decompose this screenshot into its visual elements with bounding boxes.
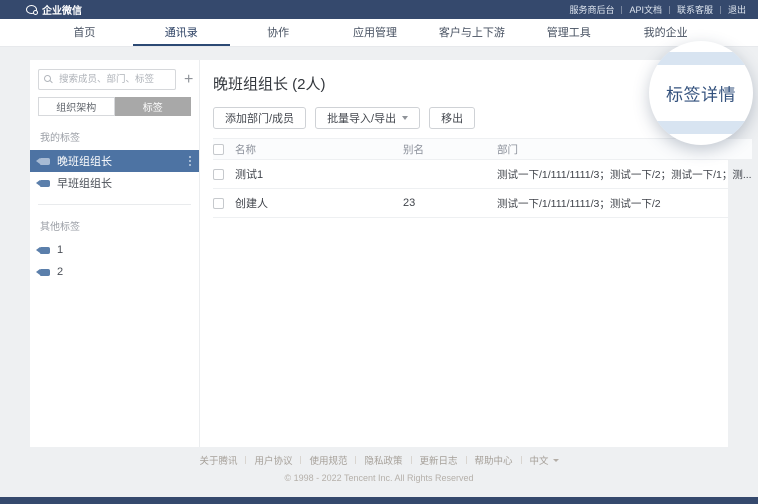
tab-app-management[interactable]: 应用管理 (327, 19, 424, 46)
footer: 关于腾讯 用户协议 使用规范 隐私政策 更新日志 帮助中心 中文 © 1998 … (0, 453, 758, 483)
sidebar-item-night-shift-leader[interactable]: 晚班组组长 (30, 150, 199, 172)
footer-link-help-center[interactable]: 帮助中心 (475, 453, 513, 467)
language-label: 中文 (530, 453, 549, 467)
search-box (38, 69, 176, 90)
callout-band-bottom (649, 121, 753, 134)
tab-contacts[interactable]: 通讯录 (133, 19, 230, 46)
separator (521, 456, 522, 464)
tag-icon (40, 247, 50, 254)
callout-band-top (649, 52, 753, 65)
column-header-dept: 部门 (497, 142, 752, 157)
top-link-logout[interactable]: 退出 (728, 3, 746, 16)
tag-icon (40, 269, 50, 276)
cell-name: 创建人 (235, 195, 403, 211)
column-header-alias: 别名 (403, 142, 497, 157)
tag-detail-callout-circle: 标签详情 (649, 41, 753, 145)
content-panel: + 组织架构 标签 我的标签 晚班组组长 早班组组长 其他标签 1 2 晚班组组… (30, 60, 728, 447)
sidebar-item-label: 1 (57, 244, 63, 256)
sidebar-item-tag-1[interactable]: 1 (30, 239, 199, 261)
footer-link-usage-rules[interactable]: 使用规范 (309, 453, 347, 467)
section-my-tags-label: 我的标签 (30, 129, 199, 144)
search-input[interactable] (38, 69, 176, 90)
brand-name: 企业微信 (42, 2, 82, 17)
row-checkbox[interactable] (213, 169, 224, 180)
select-all-checkbox[interactable] (213, 144, 224, 155)
separator (411, 456, 412, 464)
sidebar-item-label: 晚班组组长 (57, 153, 112, 169)
copyright-text: © 1998 - 2022 Tencent Inc. All Rights Re… (0, 473, 758, 483)
separator (355, 456, 356, 464)
add-tag-button[interactable]: + (184, 72, 193, 88)
sidebar-item-morning-shift-leader[interactable]: 早班组组长 (30, 172, 199, 194)
search-icon (44, 75, 51, 82)
table-header: 名称 别名 部门 (213, 138, 752, 160)
cell-dept: 测试一下/1/111/1111/3；测试一下/2；测试一下/1；测... (497, 167, 752, 182)
sidebar-item-label: 早班组组长 (57, 175, 112, 191)
more-options-icon[interactable] (189, 160, 191, 162)
toggle-tags[interactable]: 标签 (115, 97, 192, 116)
footer-link-privacy[interactable]: 隐私政策 (364, 453, 402, 467)
footer-link-about[interactable]: 关于腾讯 (199, 453, 237, 467)
cell-dept: 测试一下/1/111/1111/3；测试一下/2 (497, 196, 752, 211)
add-dept-member-button[interactable]: 添加部门/成员 (213, 107, 306, 129)
button-label: 批量导入/导出 (327, 110, 396, 126)
tab-admin-tools[interactable]: 管理工具 (520, 19, 617, 46)
button-label: 添加部门/成员 (225, 110, 294, 126)
header-checkbox-cell (213, 144, 235, 155)
view-toggle: 组织架构 标签 (38, 97, 191, 116)
separator (466, 456, 467, 464)
bottom-strip (0, 497, 758, 504)
cell-name: 测试1 (235, 166, 403, 182)
tab-collaboration[interactable]: 协作 (230, 19, 327, 46)
footer-link-changelog[interactable]: 更新日志 (420, 453, 458, 467)
tag-icon (40, 180, 50, 187)
top-link-contact-support[interactable]: 联系客服 (677, 3, 713, 16)
top-link-api-docs[interactable]: API文档 (629, 3, 662, 16)
separator (720, 6, 721, 14)
chevron-down-icon (402, 116, 408, 120)
table-row[interactable]: 创建人 23 测试一下/1/111/1111/3；测试一下/2 (213, 189, 752, 218)
sidebar: + 组织架构 标签 我的标签 晚班组组长 早班组组长 其他标签 1 2 (30, 60, 200, 447)
top-links: 服务商后台 API文档 联系客服 退出 (569, 3, 746, 16)
row-checkbox[interactable] (213, 198, 224, 209)
separator (300, 456, 301, 464)
column-header-name: 名称 (235, 142, 403, 157)
language-selector[interactable]: 中文 (530, 453, 559, 467)
batch-import-export-button[interactable]: 批量导入/导出 (315, 107, 420, 129)
toggle-org-structure[interactable]: 组织架构 (38, 97, 115, 116)
separator (245, 456, 246, 464)
footer-link-user-agreement[interactable]: 用户协议 (254, 453, 292, 467)
top-bar: 企业微信 服务商后台 API文档 联系客服 退出 (0, 0, 758, 19)
chevron-down-icon (553, 459, 559, 462)
tab-customers[interactable]: 客户与上下游 (423, 19, 520, 46)
cell-alias: 23 (403, 197, 497, 209)
brand: 企业微信 (26, 2, 82, 17)
sidebar-item-tag-2[interactable]: 2 (30, 261, 199, 283)
separator (669, 6, 670, 14)
footer-links: 关于腾讯 用户协议 使用规范 隐私政策 更新日志 帮助中心 中文 (0, 453, 758, 467)
callout-label: 标签详情 (666, 81, 736, 106)
tag-icon (40, 158, 50, 165)
sidebar-item-label: 2 (57, 266, 63, 278)
row-checkbox-cell (213, 198, 235, 209)
top-link-service-console[interactable]: 服务商后台 (569, 3, 614, 16)
search-row: + (30, 69, 199, 90)
nav-tabs: 首页 通讯录 协作 应用管理 客户与上下游 管理工具 我的企业 (0, 19, 758, 47)
button-label: 移出 (441, 110, 463, 126)
row-checkbox-cell (213, 169, 235, 180)
chat-bubble-logo-icon (26, 5, 37, 14)
remove-button[interactable]: 移出 (429, 107, 475, 129)
tab-home[interactable]: 首页 (36, 19, 133, 46)
divider (38, 204, 191, 205)
table-row[interactable]: 测试1 测试一下/1/111/1111/3；测试一下/2；测试一下/1；测... (213, 160, 752, 189)
members-table: 名称 别名 部门 测试1 测试一下/1/111/1111/3；测试一下/2；测试… (213, 138, 752, 218)
section-other-tags-label: 其他标签 (30, 218, 199, 233)
separator (621, 6, 622, 14)
